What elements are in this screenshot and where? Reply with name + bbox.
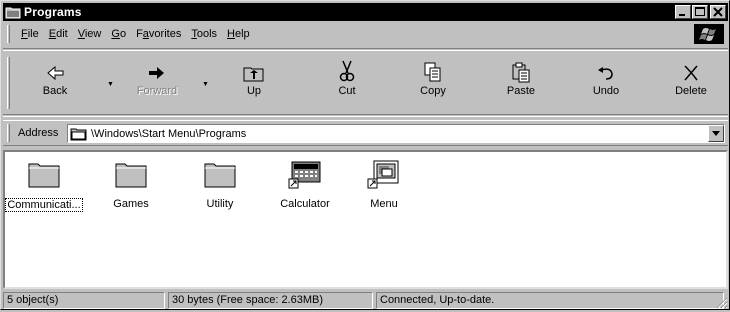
paste-icon [508, 55, 534, 83]
minimize-button[interactable] [675, 5, 691, 19]
undo-button[interactable]: Undo [571, 55, 641, 109]
list-item[interactable]: Utility [180, 159, 260, 210]
list-item[interactable]: Calculator [265, 159, 345, 210]
status-object-count: 5 object(s) [3, 292, 165, 309]
maximize-icon [695, 7, 705, 16]
delete-button[interactable]: Delete [656, 55, 726, 109]
address-field[interactable]: \Windows\Start Menu\Programs [67, 124, 725, 143]
item-name: Communicati... [5, 198, 83, 212]
explorer-window: Programs File Edit View Go Favorites Too… [0, 0, 730, 310]
list-item[interactable]: Menu [344, 159, 424, 210]
item-name: Games [113, 198, 149, 210]
toolbar: Back ▼ Forward ▼ Up Cut Copy Paste Undo … [3, 48, 728, 117]
copy-button[interactable]: Copy [398, 55, 468, 109]
maximize-button[interactable] [692, 5, 708, 19]
window-title: Programs [24, 5, 82, 19]
address-dropdown-button[interactable] [708, 125, 724, 142]
resize-grip[interactable] [714, 295, 728, 309]
menu-tools[interactable]: Tools [186, 28, 222, 40]
chevron-down-icon [712, 131, 720, 136]
list-item[interactable]: Games [91, 159, 171, 210]
folder-up-icon [241, 55, 267, 83]
scissors-icon [334, 55, 360, 83]
back-dropdown-arrow[interactable]: ▼ [107, 81, 114, 88]
menubar-grip[interactable] [7, 25, 10, 43]
folder-icon [5, 5, 21, 19]
toolbar-grip[interactable] [7, 57, 10, 109]
minimize-icon [679, 14, 685, 16]
menu-go[interactable]: Go [106, 28, 131, 40]
menu-bar: File Edit View Go Favorites Tools Help [3, 23, 728, 45]
address-label: Address [18, 127, 59, 139]
up-button[interactable]: Up [219, 55, 289, 109]
forward-arrow-icon [144, 55, 170, 83]
address-bar: Address \Windows\Start Menu\Programs [3, 120, 728, 146]
menu-help[interactable]: Help [222, 28, 255, 40]
item-name: Menu [370, 198, 398, 210]
back-arrow-icon [42, 55, 68, 83]
menu-favorites[interactable]: Favorites [131, 28, 186, 40]
folder-icon [27, 159, 61, 193]
forward-button[interactable]: Forward [122, 55, 192, 109]
menu-view[interactable]: View [73, 28, 107, 40]
forward-dropdown-arrow[interactable]: ▼ [202, 81, 209, 88]
status-size: 30 bytes (Free space: 2.63MB) [168, 292, 373, 309]
calculator-shortcut-icon [288, 159, 322, 193]
folder-icon [70, 127, 88, 141]
close-button[interactable] [710, 5, 726, 19]
close-icon [713, 7, 723, 17]
windows-logo-icon [694, 24, 724, 44]
status-connection: Connected, Up-to-date. [376, 292, 724, 309]
menu-file[interactable]: File [16, 28, 44, 40]
copy-icon [420, 55, 446, 83]
folder-icon [114, 159, 148, 193]
undo-icon [593, 55, 619, 83]
title-bar[interactable]: Programs [3, 3, 728, 21]
status-bar: 5 object(s) 30 bytes (Free space: 2.63MB… [3, 292, 728, 309]
item-name: Utility [206, 198, 234, 210]
paste-button[interactable]: Paste [486, 55, 556, 109]
delete-x-icon [678, 55, 704, 83]
file-list[interactable]: Communicati... Games Utility Calculator … [3, 150, 728, 289]
menu-shortcut-icon [367, 159, 401, 193]
menu-edit[interactable]: Edit [44, 28, 73, 40]
list-item[interactable]: Communicati... [4, 159, 84, 212]
item-name: Calculator [280, 198, 330, 210]
cut-button[interactable]: Cut [312, 55, 382, 109]
folder-icon [203, 159, 237, 193]
address-value: \Windows\Start Menu\Programs [91, 127, 247, 140]
back-button[interactable]: Back [20, 55, 90, 109]
